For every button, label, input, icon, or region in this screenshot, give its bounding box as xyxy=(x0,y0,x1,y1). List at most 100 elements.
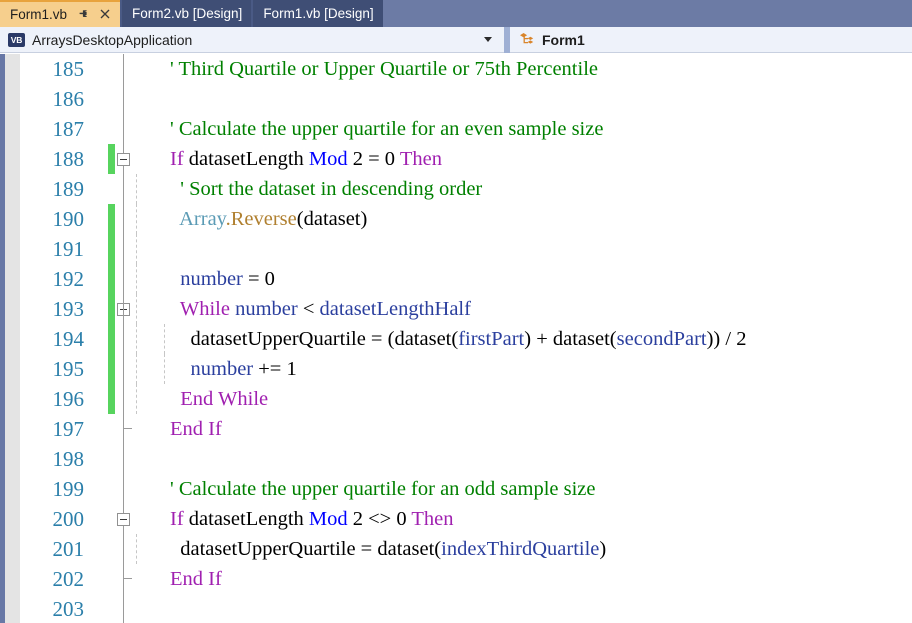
indent-guide xyxy=(164,324,165,354)
code-line[interactable]: 185 ' Third Quartile or Upper Quartile or… xyxy=(0,54,912,84)
line-number: 200 xyxy=(52,507,85,531)
change-indicator-bar xyxy=(108,384,115,414)
indent-guide xyxy=(136,204,137,234)
code-line-text: End If xyxy=(170,418,222,440)
line-number: 202 xyxy=(52,567,85,591)
editor-tab[interactable]: Form2.vb [Design] xyxy=(122,0,252,27)
vb-project-icon: VB xyxy=(8,32,25,47)
close-icon[interactable] xyxy=(99,8,111,22)
editor-tab[interactable]: Form1.vb xyxy=(0,0,121,27)
editor-tab-label: Form1.vb xyxy=(10,6,68,22)
change-indicator-bar xyxy=(108,204,115,234)
code-line-text: If datasetLength Mod 2 = 0 Then xyxy=(170,148,442,170)
code-line[interactable]: 203 xyxy=(0,594,912,623)
code-line-text: ' Calculate the upper quartile for an ev… xyxy=(170,118,604,140)
indent-guide xyxy=(136,324,137,354)
code-line-text: End While xyxy=(180,388,269,410)
code-line[interactable]: 187 ' Calculate the upper quartile for an… xyxy=(0,114,912,144)
collapse-region-button[interactable] xyxy=(117,153,130,166)
code-line[interactable]: 186 xyxy=(0,84,912,114)
indent-guide xyxy=(136,354,137,384)
tab-strip-empty-area xyxy=(382,0,912,27)
code-line[interactable]: 191 xyxy=(0,234,912,264)
outline-spine xyxy=(123,578,124,623)
code-line[interactable]: 196 End While xyxy=(0,384,912,414)
line-number: 194 xyxy=(52,327,85,351)
line-number: 191 xyxy=(52,237,85,261)
code-line-text: While number < datasetLengthHalf xyxy=(179,298,471,320)
code-line[interactable]: 188 If datasetLength Mod 2 = 0 Then xyxy=(0,144,912,174)
code-line[interactable]: 197 End If xyxy=(0,414,912,444)
line-number: 199 xyxy=(52,477,85,501)
type-dropdown[interactable]: VB ArraysDesktopApplication xyxy=(0,27,504,53)
code-line-text: number += 1 xyxy=(190,358,297,380)
line-number: 193 xyxy=(52,297,85,321)
change-indicator-bar xyxy=(108,264,115,294)
change-indicator-bar xyxy=(108,324,115,354)
line-number: 203 xyxy=(52,597,85,621)
outline-spine xyxy=(123,54,124,153)
indent-guide xyxy=(136,534,137,564)
code-line-text: End If xyxy=(170,568,222,590)
code-line[interactable]: 192 number = 0 xyxy=(0,264,912,294)
code-line-text: ' Sort the dataset in descending order xyxy=(170,178,483,200)
code-line[interactable]: 194 datasetUpperQuartile = (dataset(firs… xyxy=(0,324,912,354)
outline-end-tick xyxy=(123,578,132,579)
indent-guide xyxy=(136,294,137,324)
code-line[interactable]: 200 If datasetLength Mod 2 <> 0 Then xyxy=(0,504,912,534)
line-number: 197 xyxy=(52,417,85,441)
outline-spine xyxy=(123,166,124,430)
code-line-text: If datasetLength Mod 2 <> 0 Then xyxy=(170,508,454,530)
code-line[interactable]: 201 datasetUpperQuartile = dataset(index… xyxy=(0,534,912,564)
outline-spine xyxy=(123,526,124,578)
code-line[interactable]: 199 ' Calculate the upper quartile for an… xyxy=(0,474,912,504)
indent-guide xyxy=(136,234,137,264)
code-line[interactable]: 198 xyxy=(0,444,912,474)
line-number: 198 xyxy=(52,447,85,471)
visual-studio-editor-window: Form1.vb Form2.vb [Design] Form1.vb [Desig… xyxy=(0,0,912,623)
line-number: 188 xyxy=(52,147,85,171)
outline-end-tick xyxy=(123,428,132,429)
code-line[interactable]: 190 Array.Reverse(dataset) xyxy=(0,204,912,234)
line-number: 192 xyxy=(52,267,85,291)
indent-guide xyxy=(136,384,137,414)
event-method-icon xyxy=(519,32,535,47)
line-number: 196 xyxy=(52,387,85,411)
editor-tab[interactable]: Form1.vb [Design] xyxy=(253,0,383,27)
change-indicator-bar xyxy=(108,354,115,384)
line-number: 189 xyxy=(52,177,85,201)
change-indicator-bar xyxy=(108,294,115,324)
code-line-text: datasetUpperQuartile = (dataset(firstPar… xyxy=(170,328,747,350)
line-number: 201 xyxy=(52,537,85,561)
code-line-text: ' Calculate the upper quartile for an od… xyxy=(170,478,596,500)
code-line[interactable]: 189 ' Sort the dataset in descending ord… xyxy=(0,174,912,204)
code-editor-surface[interactable]: 185 ' Third Quartile or Upper Quartile or… xyxy=(0,54,912,623)
change-indicator-bar xyxy=(108,144,115,174)
editor-tab-label: Form2.vb [Design] xyxy=(132,5,243,21)
line-number: 185 xyxy=(52,57,85,81)
code-line-text: Array.Reverse(dataset) xyxy=(179,208,368,230)
line-number: 187 xyxy=(52,117,85,141)
pin-icon[interactable] xyxy=(78,8,90,22)
editor-tab-label: Form1.vb [Design] xyxy=(263,5,374,21)
code-navigation-bar: VB ArraysDesktopApplication Form1 xyxy=(0,26,912,53)
indent-guide xyxy=(164,354,165,384)
code-line[interactable]: 195 number += 1 xyxy=(0,354,912,384)
code-line-text: number = 0 xyxy=(180,268,275,290)
change-indicator-bar xyxy=(108,234,115,264)
member-dropdown[interactable]: Form1 xyxy=(510,27,912,53)
code-line[interactable]: 193 While number < datasetLengthHalf xyxy=(0,294,912,324)
member-dropdown-label: Form1 xyxy=(542,31,585,48)
outline-spine xyxy=(123,428,124,513)
line-number: 190 xyxy=(52,207,85,231)
code-line[interactable]: 202 End If xyxy=(0,564,912,594)
line-number: 186 xyxy=(52,87,85,111)
type-dropdown-label: ArraysDesktopApplication xyxy=(32,31,193,48)
line-number: 195 xyxy=(52,357,85,381)
indent-guide xyxy=(136,174,137,204)
code-line-text: ' Third Quartile or Upper Quartile or 75… xyxy=(170,58,598,80)
editor-tab-strip: Form1.vb Form2.vb [Design] Form1.vb [Desig… xyxy=(0,0,912,27)
code-line-list: 185 ' Third Quartile or Upper Quartile or… xyxy=(0,54,912,623)
chevron-down-icon[interactable] xyxy=(484,37,492,42)
collapse-region-button[interactable] xyxy=(117,513,130,526)
